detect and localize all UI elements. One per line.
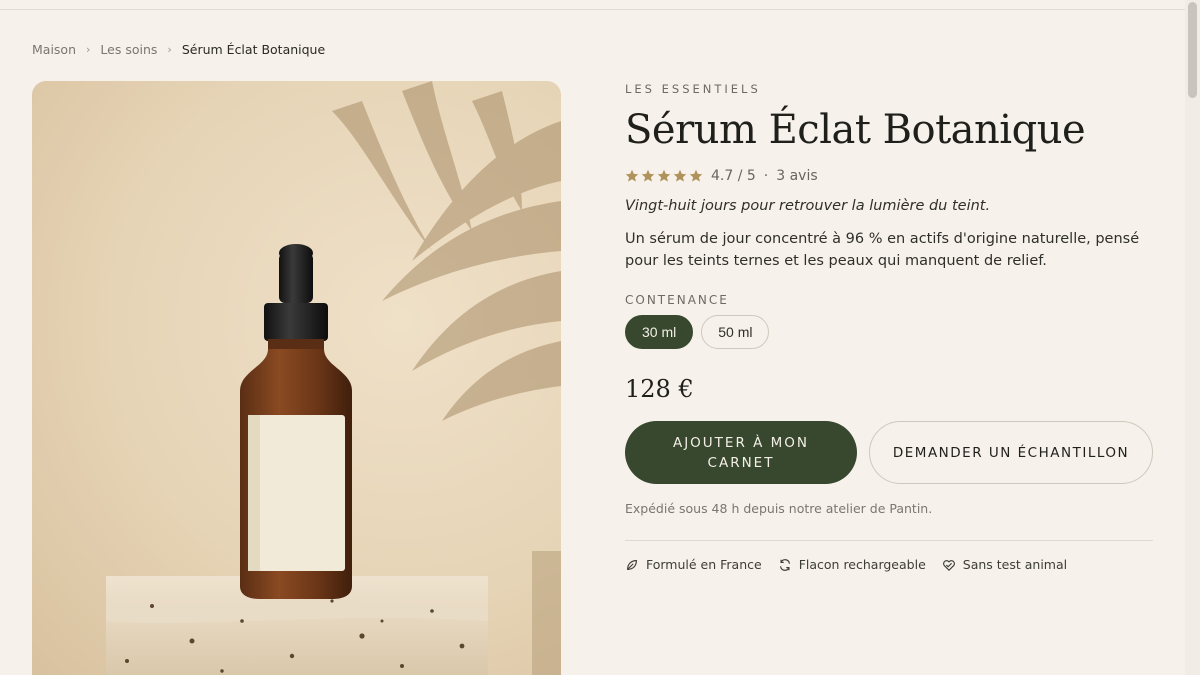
size-label: CONTENANCE <box>625 293 729 307</box>
star-rating <box>625 169 703 183</box>
cta-group: AJOUTER À MON CARNET DEMANDER UN ÉCHANTI… <box>625 421 1155 484</box>
feature-cruelty-free: Sans test animal <box>942 557 1067 572</box>
scrollbar[interactable] <box>1185 0 1200 675</box>
size-selector: 30 ml 50 ml <box>625 315 1155 349</box>
feature-label: Formulé en France <box>646 557 762 572</box>
leaf-icon <box>627 559 637 570</box>
product-price: 128 € <box>625 375 694 403</box>
add-to-cart-button[interactable]: AJOUTER À MON CARNET <box>625 421 857 484</box>
star-icon <box>673 169 687 182</box>
serum-bottle-illustration <box>106 81 561 675</box>
size-option-50ml[interactable]: 50 ml <box>701 315 770 349</box>
size-option-30ml[interactable]: 30 ml <box>625 315 694 349</box>
rating-score: 4.7 / 5 <box>711 168 756 184</box>
breadcrumb-category-link[interactable]: Les soins <box>100 42 157 57</box>
request-sample-button[interactable]: DEMANDER UN ÉCHANTILLON <box>869 421 1153 484</box>
product-details: LES ESSENTIELS Sérum Éclat Botanique 4.7… <box>625 80 1155 572</box>
breadcrumb: Maison › Les soins › Sérum Éclat Botaniq… <box>32 40 325 58</box>
feature-made-in-france: Formulé en France <box>625 557 762 572</box>
serum-bottle <box>240 244 352 599</box>
palm-shadow <box>332 81 561 421</box>
review-count-link[interactable]: 3 avis <box>776 168 817 184</box>
breadcrumb-separator: › <box>86 42 91 56</box>
star-icon <box>625 169 639 182</box>
feature-label: Sans test animal <box>962 557 1068 572</box>
product-tagline: Vingt-huit jours pour retrouver la lumiè… <box>625 198 991 214</box>
breadcrumb-current: Sérum Éclat Botanique <box>181 41 326 57</box>
heart-icon <box>942 559 955 571</box>
shipping-note: Expédié sous 48 h depuis notre atelier d… <box>625 501 933 516</box>
divider <box>625 540 1153 541</box>
feature-label: Flacon rechargeable <box>798 557 926 572</box>
product-description: Un sérum de jour concentré à 96 % en act… <box>625 231 1140 269</box>
star-icon <box>689 169 703 182</box>
scrollbar-thumb[interactable] <box>1188 2 1197 98</box>
product-title: Sérum Éclat Botanique <box>625 107 1086 153</box>
star-icon <box>657 169 671 182</box>
breadcrumb-separator: › <box>167 42 172 56</box>
rating-separator: · <box>763 168 769 184</box>
feature-list: Formulé en France Flacon rechargeable Sa… <box>625 557 1155 572</box>
star-icon <box>641 169 655 182</box>
product-image[interactable] <box>32 81 561 675</box>
collection-eyebrow: LES ESSENTIELS <box>625 82 761 96</box>
rating-summary[interactable]: 4.7 / 5 · 3 avis <box>625 166 1155 186</box>
top-header-edge <box>0 0 1185 10</box>
refresh-icon <box>779 558 790 571</box>
feature-refillable: Flacon rechargeable <box>778 557 926 572</box>
breadcrumb-home-link[interactable]: Maison <box>32 42 76 57</box>
